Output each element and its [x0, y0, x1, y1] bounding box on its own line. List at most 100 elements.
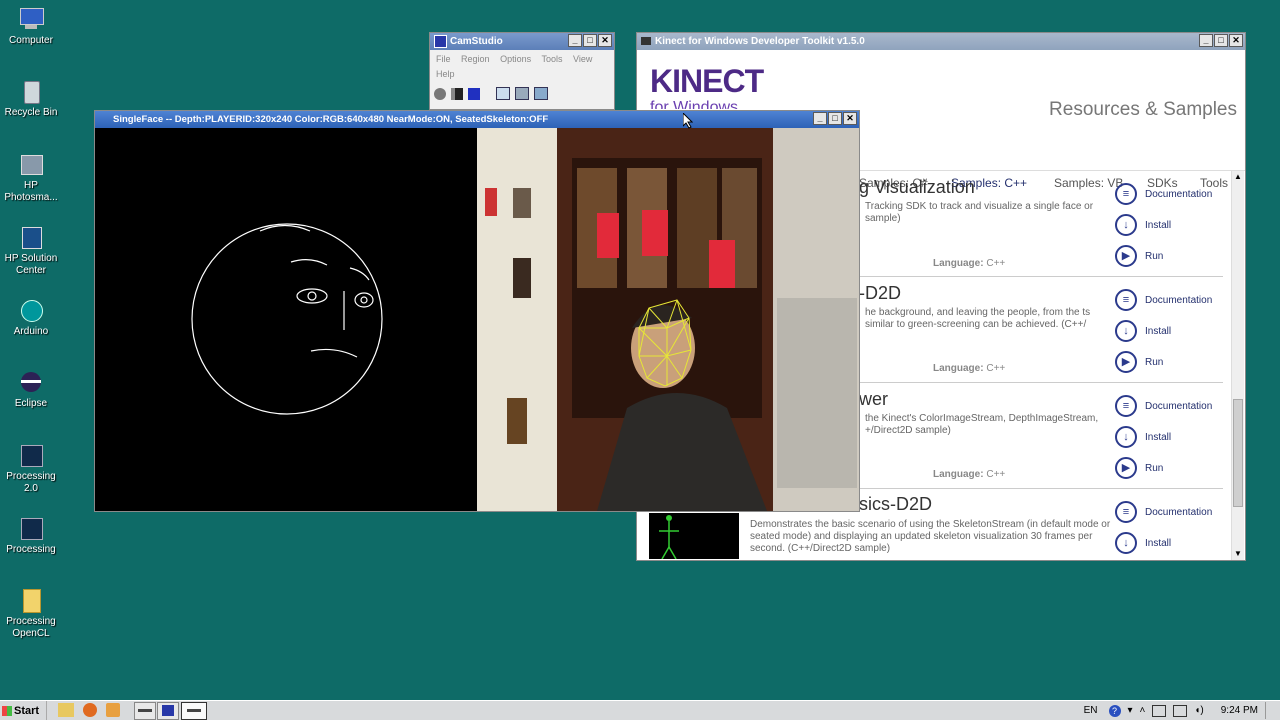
- kinect-logo-sub: for Windows: [650, 99, 739, 109]
- camstudio-app-icon: [434, 34, 447, 48]
- menu-view[interactable]: View: [573, 54, 592, 64]
- desktop-icon-arduino[interactable]: Arduino: [0, 297, 62, 338]
- sample-description: Tracking SDK to track and visualize a si…: [865, 201, 1094, 224]
- desktop-icon-computer[interactable]: Computer: [0, 6, 62, 47]
- run-button[interactable]: ▶ Run: [1115, 456, 1163, 480]
- singleface-titlebar[interactable]: SingleFace -- Depth:PLAYERID:320x240 Col…: [95, 111, 859, 128]
- run-button[interactable]: ▶ Run: [1115, 350, 1163, 374]
- desktop-icon-label: Computer: [9, 35, 53, 46]
- play-icon: ▶: [1115, 351, 1137, 373]
- minimize-button[interactable]: _: [1199, 34, 1213, 47]
- taskbar-app-kinect[interactable]: [134, 702, 156, 720]
- menu-region[interactable]: Region: [461, 54, 490, 64]
- tab-samples-vb[interactable]: Samples: VB: [1054, 176, 1123, 190]
- show-hidden-icon[interactable]: ˄: [1140, 705, 1146, 716]
- kinect-app-icon: [641, 37, 651, 46]
- kinect-title: Kinect for Windows Developer Toolkit v1.…: [655, 36, 865, 47]
- scroll-up-icon[interactable]: ▲: [1232, 171, 1244, 183]
- stop-icon[interactable]: [468, 87, 480, 100]
- face-mask-panel: [95, 128, 477, 511]
- maximize-button[interactable]: □: [828, 112, 842, 125]
- network-icon[interactable]: [1152, 704, 1167, 717]
- options-icon[interactable]: [534, 87, 548, 100]
- kinect-titlebar[interactable]: Kinect for Windows Developer Toolkit v1.…: [637, 33, 1245, 50]
- maximize-button[interactable]: □: [583, 34, 597, 47]
- list-icon: ≡: [1115, 183, 1137, 205]
- pause-icon[interactable]: [451, 87, 463, 100]
- sample-title: g Visualization: [859, 177, 975, 197]
- play-icon: ▶: [1115, 245, 1137, 267]
- minimize-button[interactable]: _: [568, 34, 582, 47]
- desktop-icon-label: HP Photosma...: [4, 180, 58, 203]
- taskbar-app-camstudio[interactable]: [157, 702, 179, 720]
- singleface-window: SingleFace -- Depth:PLAYERID:320x240 Col…: [94, 110, 860, 512]
- desktop-icon-label: Arduino: [13, 326, 49, 337]
- desktop-icon-processing[interactable]: Processing: [0, 515, 62, 556]
- scrollbar-thumb[interactable]: [1233, 399, 1243, 507]
- documentation-button[interactable]: ≡ Documentation: [1115, 288, 1212, 312]
- menu-file[interactable]: File: [436, 54, 451, 64]
- install-button[interactable]: ↓ Install: [1115, 531, 1171, 555]
- sample-description: he background, and leaving the people, f…: [865, 307, 1091, 330]
- singleface-title: SingleFace -- Depth:PLAYERID:320x240 Col…: [113, 114, 549, 125]
- firefox-icon[interactable]: [83, 703, 97, 717]
- volume-icon[interactable]: ◖): [1194, 705, 1203, 716]
- install-button[interactable]: ↓ Install: [1115, 319, 1171, 343]
- explorer-icon[interactable]: [58, 703, 74, 717]
- menu-options[interactable]: Options: [500, 54, 531, 64]
- computer-icon: [18, 6, 44, 32]
- region-icon[interactable]: [496, 87, 510, 100]
- desktop-icon-hp-solution-center[interactable]: HP Solution Center: [0, 224, 62, 277]
- desktop-icon-recycle-bin[interactable]: Recycle Bin: [0, 78, 62, 119]
- help-icon[interactable]: ?: [1108, 704, 1121, 717]
- record-icon[interactable]: [434, 87, 446, 100]
- run-button[interactable]: ▶ Run: [1115, 244, 1163, 268]
- sample-title: wer: [859, 389, 889, 409]
- vertical-scrollbar[interactable]: ▲ ▼: [1231, 171, 1244, 560]
- action-center-icon[interactable]: [1173, 704, 1188, 717]
- install-button[interactable]: ↓ Install: [1115, 213, 1171, 237]
- show-desktop-button[interactable]: [1265, 702, 1272, 719]
- desktop-icon-processing-2[interactable]: Processing 2.0: [0, 442, 62, 495]
- menu-tools[interactable]: Tools: [541, 54, 562, 64]
- close-button[interactable]: ✕: [843, 112, 857, 125]
- sample-description: the Kinect's ColorImageStream, DepthImag…: [865, 413, 1099, 436]
- camstudio-titlebar[interactable]: CamStudio _ □ ✕: [430, 33, 614, 50]
- color-camera-panel: [477, 128, 859, 511]
- download-icon: ↓: [1115, 426, 1137, 448]
- desktop-icon-hp-photosmart[interactable]: HP Photosma...: [0, 151, 62, 204]
- maximize-button[interactable]: □: [1214, 34, 1228, 47]
- language-indicator[interactable]: EN: [1084, 705, 1098, 716]
- camstudio-title: CamStudio: [450, 36, 503, 47]
- documentation-button[interactable]: ≡ Documentation: [1115, 182, 1212, 206]
- close-button[interactable]: ✕: [598, 34, 612, 47]
- documentation-button[interactable]: ≡ Documentation: [1115, 394, 1212, 418]
- documentation-button[interactable]: ≡ Documentation: [1115, 500, 1212, 524]
- play-icon: ▶: [1115, 457, 1137, 479]
- desktop-icon-label: HP Solution Center: [4, 253, 58, 276]
- menu-help[interactable]: Help: [436, 69, 455, 79]
- windows-logo-icon: [2, 705, 12, 716]
- minimize-button[interactable]: _: [813, 112, 827, 125]
- close-button[interactable]: ✕: [1229, 34, 1243, 47]
- desktop-icon-label: Eclipse: [14, 398, 48, 409]
- window-icon[interactable]: [515, 87, 529, 100]
- start-button[interactable]: Start: [0, 701, 47, 720]
- taskbar-app-singleface[interactable]: [181, 702, 207, 720]
- desktop-icon-label: Processing 2.0: [6, 471, 56, 494]
- face-tracking-mesh: [638, 299, 692, 387]
- skeleton-thumbnail-icon: [659, 515, 679, 560]
- download-icon: ↓: [1115, 320, 1137, 342]
- desktop-icon-processing-opencl[interactable]: Processing OpenCL: [0, 587, 62, 640]
- desktop-icon-eclipse[interactable]: Eclipse: [0, 369, 62, 410]
- install-button[interactable]: ↓ Install: [1115, 425, 1171, 449]
- media-player-icon[interactable]: [106, 703, 120, 717]
- list-icon: ≡: [1115, 395, 1137, 417]
- face-mask-drawing: [191, 223, 383, 415]
- sample-title: sics-D2D: [859, 494, 933, 514]
- sample-thumbnail: [649, 513, 739, 560]
- clock[interactable]: 9:24 PM: [1221, 705, 1258, 716]
- scroll-down-icon[interactable]: ▼: [1232, 548, 1244, 560]
- tray-expand-icon[interactable]: ▾: [1128, 705, 1133, 716]
- recycle-bin-icon: [18, 78, 44, 104]
